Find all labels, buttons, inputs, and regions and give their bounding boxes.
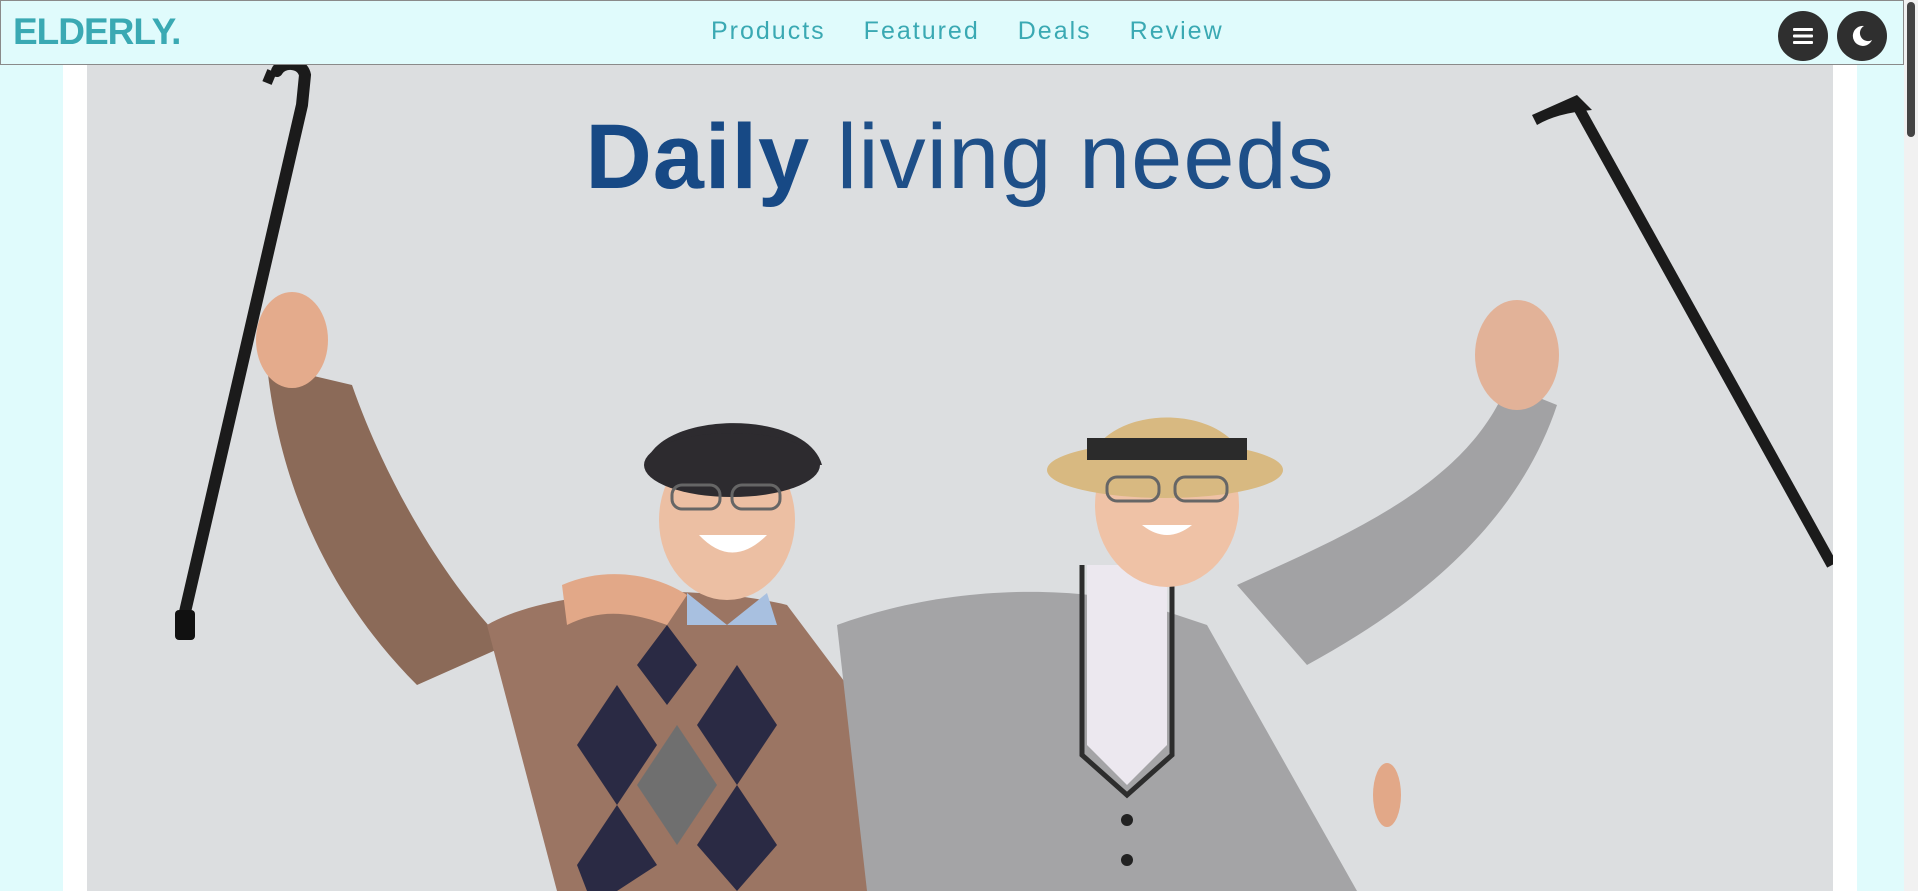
scrollbar-thumb[interactable]: [1907, 2, 1915, 137]
banner-title-light: living needs: [810, 106, 1335, 208]
nav-link-featured[interactable]: Featured: [864, 17, 980, 46]
menu-button[interactable]: [1778, 11, 1828, 61]
main-nav: Products Featured Deals Review: [711, 17, 1224, 46]
banner-title-bold: Daily: [585, 106, 811, 208]
hamburger-menu-icon: [1793, 28, 1813, 44]
nav-link-products[interactable]: Products: [711, 17, 826, 46]
logo[interactable]: ELDERLY.: [13, 11, 181, 53]
hero-banner: Daily living needs: [87, 65, 1833, 891]
banner-title: Daily living needs: [87, 105, 1833, 210]
nav-link-review[interactable]: Review: [1130, 17, 1224, 46]
page: ELDERLY. Products Featured Deals Review: [0, 0, 1918, 891]
theme-toggle-button[interactable]: [1837, 11, 1887, 61]
nav-link-deals[interactable]: Deals: [1018, 17, 1092, 46]
moon-icon: [1852, 25, 1872, 46]
header: ELDERLY. Products Featured Deals Review: [0, 0, 1904, 65]
page-scrollbar[interactable]: [1904, 0, 1918, 891]
